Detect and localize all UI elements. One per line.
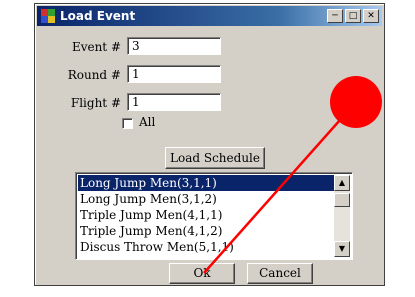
app-icon xyxy=(41,9,55,23)
list-item[interactable]: Triple Jump Men(4,1,1) xyxy=(78,207,334,223)
event-field[interactable]: 3 xyxy=(127,37,221,55)
all-checkbox[interactable] xyxy=(122,118,133,129)
load-schedule-button[interactable]: Load Schedule xyxy=(165,147,265,169)
close-icon[interactable]: ✕ xyxy=(363,9,379,23)
scroll-up-icon[interactable]: ▲ xyxy=(334,175,350,191)
title-bar[interactable]: Load Event ─ □ ✕ xyxy=(37,6,382,26)
ok-button[interactable]: Ok xyxy=(169,263,235,284)
load-event-window: Load Event ─ □ ✕ Event # 3 Round # 1 Fli… xyxy=(34,3,385,286)
list-item[interactable]: Triple Jump Men(4,1,2) xyxy=(78,223,334,239)
flight-label: Flight # xyxy=(70,96,121,110)
flight-field[interactable]: 1 xyxy=(127,93,221,111)
window-title: Load Event xyxy=(60,9,136,23)
cancel-button[interactable]: Cancel xyxy=(247,263,313,284)
scroll-thumb[interactable] xyxy=(334,193,350,207)
list-scrollbar[interactable]: ▲ ▼ xyxy=(334,175,350,257)
event-listbox[interactable]: Long Jump Men(3,1,1) Long Jump Men(3,1,2… xyxy=(75,172,353,260)
list-item[interactable]: Long Jump Men(3,1,2) xyxy=(78,191,334,207)
scroll-down-icon[interactable]: ▼ xyxy=(334,241,350,257)
list-item[interactable]: Discus Throw Men(5,1,1) xyxy=(78,239,334,255)
maximize-icon[interactable]: □ xyxy=(345,9,361,23)
round-field[interactable]: 1 xyxy=(127,65,221,83)
minimize-icon[interactable]: ─ xyxy=(327,9,343,23)
list-item[interactable]: Long Jump Men(3,1,1) xyxy=(78,175,334,191)
event-label: Event # xyxy=(71,40,121,54)
all-checkbox-label: All xyxy=(139,115,156,129)
round-label: Round # xyxy=(67,68,121,82)
